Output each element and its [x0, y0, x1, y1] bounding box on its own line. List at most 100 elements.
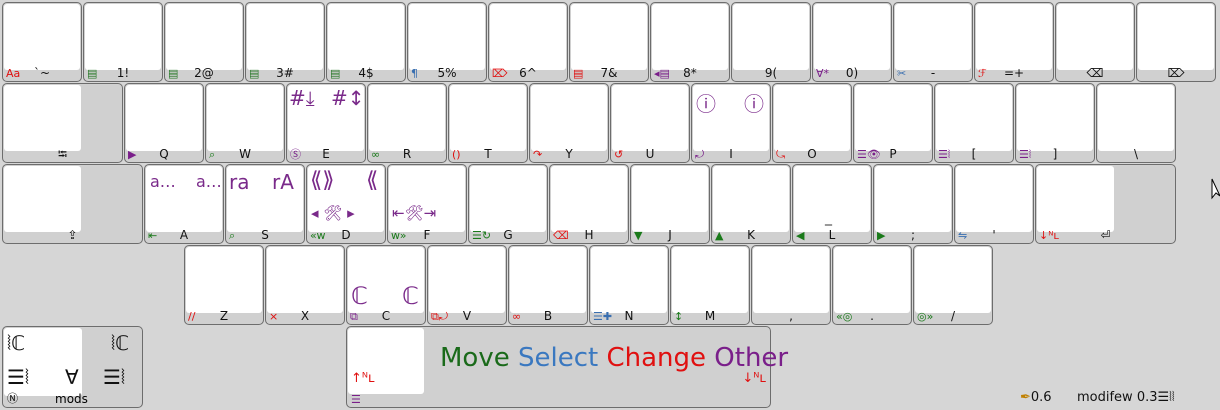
d-overlay-right: ⟪ [366, 168, 379, 193]
key-face [672, 247, 748, 313]
key-row1-2[interactable]: ▤ 2@ [164, 2, 244, 82]
key-row4-6[interactable]: ↕ M [670, 245, 750, 325]
key-face [328, 4, 404, 70]
key-row4-8[interactable]: «◎. [832, 245, 912, 325]
key-row2-7[interactable]: ↺ U [610, 83, 690, 163]
mods-key[interactable]: ⦚ℂ ⦚ℂ ☰⦚ ∀ ☰⦚ Ⓝ mods [2, 326, 143, 408]
key-caps[interactable]: ⇪ [2, 164, 143, 244]
key-row3-5[interactable]: ☰↻ G [468, 164, 548, 244]
key-face [976, 4, 1052, 70]
key-label: ⌫ [1086, 66, 1104, 80]
key-row1-6[interactable]: ⌦ 6^ [488, 2, 568, 82]
key-row2-4[interactable]: ∞ R [367, 83, 447, 163]
key-row1-13[interactable]: ⌫ [1055, 2, 1135, 82]
key-label: ⇪ [67, 228, 78, 242]
key-face [1017, 85, 1093, 151]
key-row4-9[interactable]: ◎» / [913, 245, 993, 325]
key-face [652, 4, 728, 70]
key-row4-0[interactable]: //Z [184, 245, 264, 325]
key-row2-11[interactable]: ☰⦚[ [934, 83, 1014, 163]
key-row4-3[interactable]: ⧉⤾ V [427, 245, 507, 325]
d-overlay-left: ⟪⟫ [310, 168, 335, 193]
key-row4-7[interactable]: , [751, 245, 831, 325]
legend-select: Select [509, 343, 599, 373]
key-face [369, 85, 445, 151]
space-left-icon: ↑ᴺʟ [351, 371, 375, 386]
key-row1-5[interactable]: ¶ 5% [407, 2, 487, 82]
key-row1-9[interactable]: 9( [731, 2, 811, 82]
mods-bottom-mid: ∀ [65, 365, 79, 389]
key-row2-1[interactable]: ▶ Q [124, 83, 204, 163]
key-face [531, 85, 607, 151]
key-label: `~ [33, 66, 51, 80]
key-face [85, 4, 161, 70]
key-row1-12[interactable]: ℱ =+ [974, 2, 1054, 82]
key-face [814, 4, 890, 70]
key-row2-6[interactable]: ↷ Y [529, 83, 609, 163]
key-face [4, 166, 81, 232]
key-label: 6^ [519, 66, 537, 80]
key-face [1138, 4, 1214, 70]
key-row3-10[interactable]: ▶; [873, 164, 953, 244]
key-row4-5[interactable]: ☰✚ N [589, 245, 669, 325]
key-row4-1[interactable]: × X [265, 245, 345, 325]
key-row1-10[interactable]: ∀* 0) [812, 2, 892, 82]
key-row1-3[interactable]: ▤ 3# [245, 2, 325, 82]
action-legend: Move Select Change Other [440, 343, 788, 373]
key-row1-4[interactable]: ▤ 4$ [326, 2, 406, 82]
key-row3-7[interactable]: ▼ J [630, 164, 710, 244]
key-label: , [789, 309, 793, 323]
key-row2-13[interactable]: \ [1096, 83, 1176, 163]
key-row2-5[interactable]: () T [448, 83, 528, 163]
key-row3-11[interactable]: ⇋ ' [954, 164, 1034, 244]
key-row3-8[interactable]: ▲ K [711, 164, 791, 244]
key-label: W [239, 147, 251, 161]
key-label: Y [565, 147, 573, 161]
key-row2-2[interactable]: ⌕ W [205, 83, 285, 163]
space-bottom-icon: ☰ [351, 393, 361, 406]
key-row2-12[interactable]: ☰⦚] [1015, 83, 1095, 163]
key-label: F [423, 228, 431, 242]
d-tools-icon: ◂ 🛠 ▸ [311, 204, 355, 222]
key-face [612, 85, 688, 151]
key-face [794, 166, 870, 232]
key-row3-9[interactable]: ◀ L [792, 164, 872, 244]
key-row1-11[interactable]: ✂ - [893, 2, 973, 82]
status-left: ✒0.6 [1020, 390, 1052, 405]
space-right-icon: ↓ᴺʟ [742, 371, 766, 386]
mouse-cursor-icon [1211, 178, 1220, 200]
key-row2-10[interactable]: ☰👁 P [853, 83, 933, 163]
key-label: ⏎ [1100, 228, 1111, 242]
key-label: U [645, 147, 655, 161]
legend-move: Move [440, 343, 510, 373]
key-row1-8[interactable]: ◂▤ 8* [650, 2, 730, 82]
key-row1-0[interactable]: Aa `~ [2, 2, 82, 82]
key-face [753, 247, 829, 313]
key-row3-6[interactable]: ⌫ H [549, 164, 629, 244]
key-label: 1! [116, 66, 130, 80]
c-overlay-right: ℂ [402, 282, 419, 310]
key-label: ; [910, 228, 916, 242]
key-label: . [870, 309, 874, 323]
status-version-left: 0.6 [1030, 390, 1052, 405]
key-label: Z [219, 309, 229, 323]
key-face [490, 4, 566, 70]
key-face [956, 166, 1032, 232]
key-label: 5% [437, 66, 457, 80]
key-label: ] [1052, 147, 1058, 161]
key-row1-14[interactable]: ⌦ [1136, 2, 1216, 82]
key-face [389, 166, 465, 232]
key-face [429, 247, 505, 313]
key-face [4, 85, 81, 151]
key-tab[interactable]: ⭾ [2, 83, 123, 163]
key-face [591, 247, 667, 313]
key-face [571, 4, 647, 70]
key-row1-7[interactable]: ▤ 7& [569, 2, 649, 82]
key-label: X [300, 309, 310, 323]
key-label: T [484, 147, 492, 161]
key-label: 0) [845, 66, 859, 80]
key-row1-1[interactable]: ▤ 1! [83, 2, 163, 82]
key-row2-9[interactable]: ⤿ O [772, 83, 852, 163]
key-row4-4[interactable]: ∞ B [508, 245, 588, 325]
key-enter[interactable]: ↓ᴺʟ ⏎ [1035, 164, 1176, 244]
